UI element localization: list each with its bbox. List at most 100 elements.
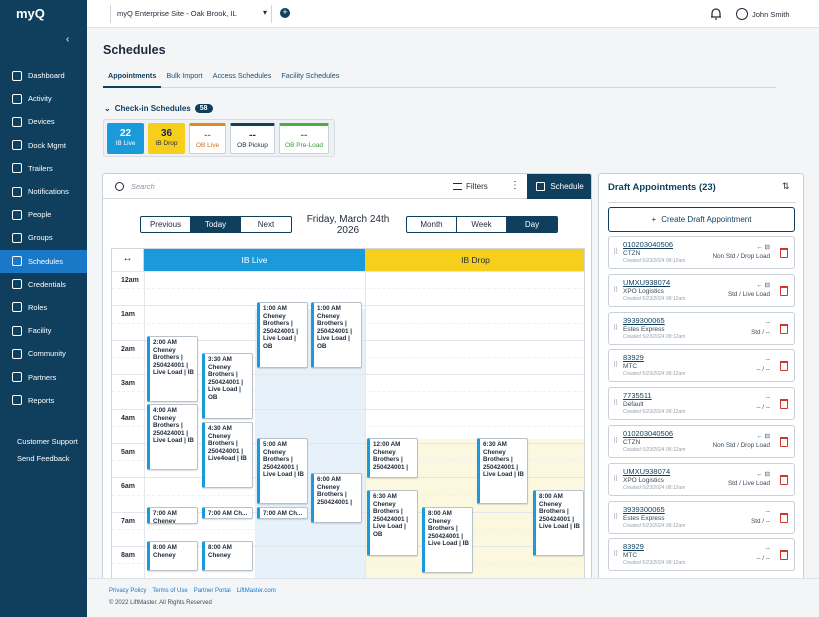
draft-item[interactable]: ⠿ 010203040506 CTZN Created 5/23/2024 08:12… [608,424,795,458]
draft-item[interactable]: ⠿ 010203040506 CTZN Created 5/23/2024 08:12… [608,236,795,269]
sidebar-item-partners[interactable]: Partners [0,365,87,388]
checkin-card[interactable]: -- OB Pre-Load [279,123,329,154]
appointment-card[interactable]: 12:00 AM Cheney Brothers | 250424001 | [367,438,418,478]
trash-icon[interactable] [780,399,788,410]
user-menu[interactable]: John Smith [736,7,790,21]
draft-item[interactable]: ⠿ 7735511 Default Created 5/23/2024 08:12am… [608,387,795,421]
create-draft-button[interactable]: + Create Draft Appointment [608,207,795,232]
sidebar-item-people[interactable]: People [0,203,87,226]
drag-handle-icon[interactable]: ⠿ [613,399,618,407]
appointment-card[interactable]: 6:30 AM Cheney Brothers | 250424001 | Live L… [367,490,418,556]
expand-icon[interactable]: ↔ [112,249,144,271]
appointment-card[interactable]: 3:30 AM Cheney Brothers | 250424001 | Live L… [202,353,253,419]
sidebar-item-dock-mgmt[interactable]: Dock Mgmt [0,134,87,157]
checkin-card[interactable]: -- OB Pickup [230,123,275,154]
drag-handle-icon[interactable]: ⠿ [613,361,618,369]
draft-item[interactable]: ⠿ 83929 MTC Created 5/23/2024 08:12am -- -- /… [608,349,795,383]
appointment-card[interactable]: 4:00 AM Cheney Brothers | 250424001 | Live L… [147,404,198,470]
sort-icon[interactable]: ⇅ [782,181,790,192]
liftmaster-link[interactable]: LiftMaster.com [237,588,276,594]
draft-id-link[interactable]: 3939300065 [623,316,665,325]
more-options-icon[interactable]: ⋮ [510,180,520,191]
sidebar-item-reports[interactable]: Reports [0,389,87,412]
draft-id-link[interactable]: 3939300065 [623,505,665,514]
draft-id-link[interactable]: 010203040506 [623,240,673,249]
appointment-card[interactable]: 6:30 AM Cheney Brothers | 250424001 | Live L… [477,438,528,504]
sidebar-item-community[interactable]: Community [0,342,87,365]
next-button[interactable]: Next [241,217,291,232]
trash-icon[interactable] [780,323,788,334]
trash-icon[interactable] [780,285,788,296]
trash-icon[interactable] [780,550,788,561]
drag-handle-icon[interactable]: ⠿ [613,324,618,332]
appointment-card[interactable]: 6:00 AM Cheney Brothers | 250424001 | [311,473,362,523]
filters-button[interactable]: Filters [453,182,488,191]
customer-support-link[interactable]: Customer Support [17,433,78,450]
drag-handle-icon[interactable]: ⠿ [613,248,618,256]
checkin-card[interactable]: 36 IB Drop [148,123,185,154]
trash-icon[interactable] [780,436,788,447]
draft-id-link[interactable]: UMXU938074 [623,278,670,287]
privacy-policy-link[interactable]: Privacy Policy [109,588,146,594]
search-input[interactable]: Search [131,182,155,191]
send-feedback-link[interactable]: Send Feedback [17,450,78,467]
appointment-card[interactable]: 1:00 AM Cheney Brothers | 250424001 | Live L… [257,302,308,368]
appointment-card[interactable]: 8:00 AM Cheney Brothers | 250424001 | Live L… [422,507,473,573]
appointment-card[interactable]: 1:00 AM Cheney Brothers | 250424001 | Live L… [311,302,362,368]
drag-handle-icon[interactable]: ⠿ [613,475,618,483]
appointment-card[interactable]: 8:00 AM Cheney Brothers | 250424001 | Live L… [533,490,584,556]
drag-handle-icon[interactable]: ⠿ [613,550,618,558]
schedule-button[interactable]: Schedule [527,174,591,199]
sidebar-item-devices[interactable]: Devices [0,110,87,133]
sidebar-item-activity[interactable]: Activity [0,87,87,110]
terms-link[interactable]: Terms of Use [152,588,187,594]
myq-logo[interactable]: myQ [16,6,45,21]
appointment-card[interactable]: 2:00 AM Cheney Brothers | 250424001 | Live L… [147,336,198,402]
sidebar-item-schedules[interactable]: Schedules [0,249,87,273]
appointment-card[interactable]: 7:00 AMCheney Broth... [147,507,198,524]
partner-portal-link[interactable]: Partner Portal [194,588,231,594]
draft-item[interactable]: ⠿ UMXU938074 XPO Logistics Created 5/23/202… [608,273,795,307]
sidebar-item-dashboard[interactable]: Dashboard [0,64,87,87]
draft-id-link[interactable]: 010203040506 [623,429,673,438]
week-view-button[interactable]: Week [457,217,507,232]
previous-button[interactable]: Previous [141,217,191,232]
trash-icon[interactable] [780,512,788,523]
sidebar-item-groups[interactable]: Groups [0,226,87,249]
trash-icon[interactable] [780,248,788,258]
appointment-card[interactable]: 7:00 AM Ch... [202,507,253,519]
appointment-card[interactable]: 8:00 AM Cheney [147,541,198,571]
trash-icon[interactable] [780,474,788,485]
draft-item[interactable]: ⠿ 3939300065 Estes Express Created 5/23/202… [608,311,795,345]
sidebar-item-trailers[interactable]: Trailers [0,157,87,180]
appointment-card[interactable]: 5:00 AM Cheney Brothers | 250424001 | Live L… [257,438,308,504]
trash-icon[interactable] [780,361,788,372]
draft-id-link[interactable]: UMXU938074 [623,467,670,476]
draft-id-link[interactable]: 7735511 [623,391,652,400]
appointment-card[interactable]: 8:00 AM Cheney [202,541,253,571]
sidebar-item-credentials[interactable]: Credentials [0,273,87,296]
appointment-card[interactable]: 4:30 AM Cheney Brothers | 250424001 | Live4o… [202,422,253,488]
day-view-button[interactable]: Day [507,217,557,232]
sidebar-item-notifications[interactable]: Notifications [0,180,87,203]
drag-handle-icon[interactable]: ⠿ [613,513,618,521]
checkin-header[interactable]: ⌄ Check-in Schedules 58 [104,104,213,113]
drag-handle-icon[interactable]: ⠿ [613,437,618,445]
collapse-sidebar-icon[interactable]: ‹ [66,34,69,45]
tab-appointments[interactable]: Appointments [103,70,162,88]
site-selector[interactable]: myQ Enterprise Site - Oak Brook, IL ▾ [110,5,272,23]
draft-item[interactable]: ⠿ 3939300065 Estes Express Created 5/23/202… [608,500,795,534]
sidebar-item-facility[interactable]: Facility [0,319,87,342]
tab-facility-schedules[interactable]: Facility Schedules [276,70,344,88]
appointment-card[interactable]: 7:00 AM Ch... [257,507,308,519]
draft-id-link[interactable]: 83929 [623,353,644,362]
month-view-button[interactable]: Month [407,217,457,232]
draft-item[interactable]: ⠿ 83929 MTC Created 5/23/2024 08:12am -- -- /… [608,538,795,572]
today-button[interactable]: Today [191,217,241,232]
drag-handle-icon[interactable]: ⠿ [613,286,618,294]
draft-item[interactable]: ⠿ UMXU938074 XPO Logistics Created 5/23/202… [608,462,795,496]
tab-access-schedules[interactable]: Access Schedules [208,70,277,88]
bell-icon[interactable] [709,7,723,21]
checkin-card[interactable]: -- OB Live [189,123,226,154]
checkin-card[interactable]: 22 IB Live [107,123,144,154]
